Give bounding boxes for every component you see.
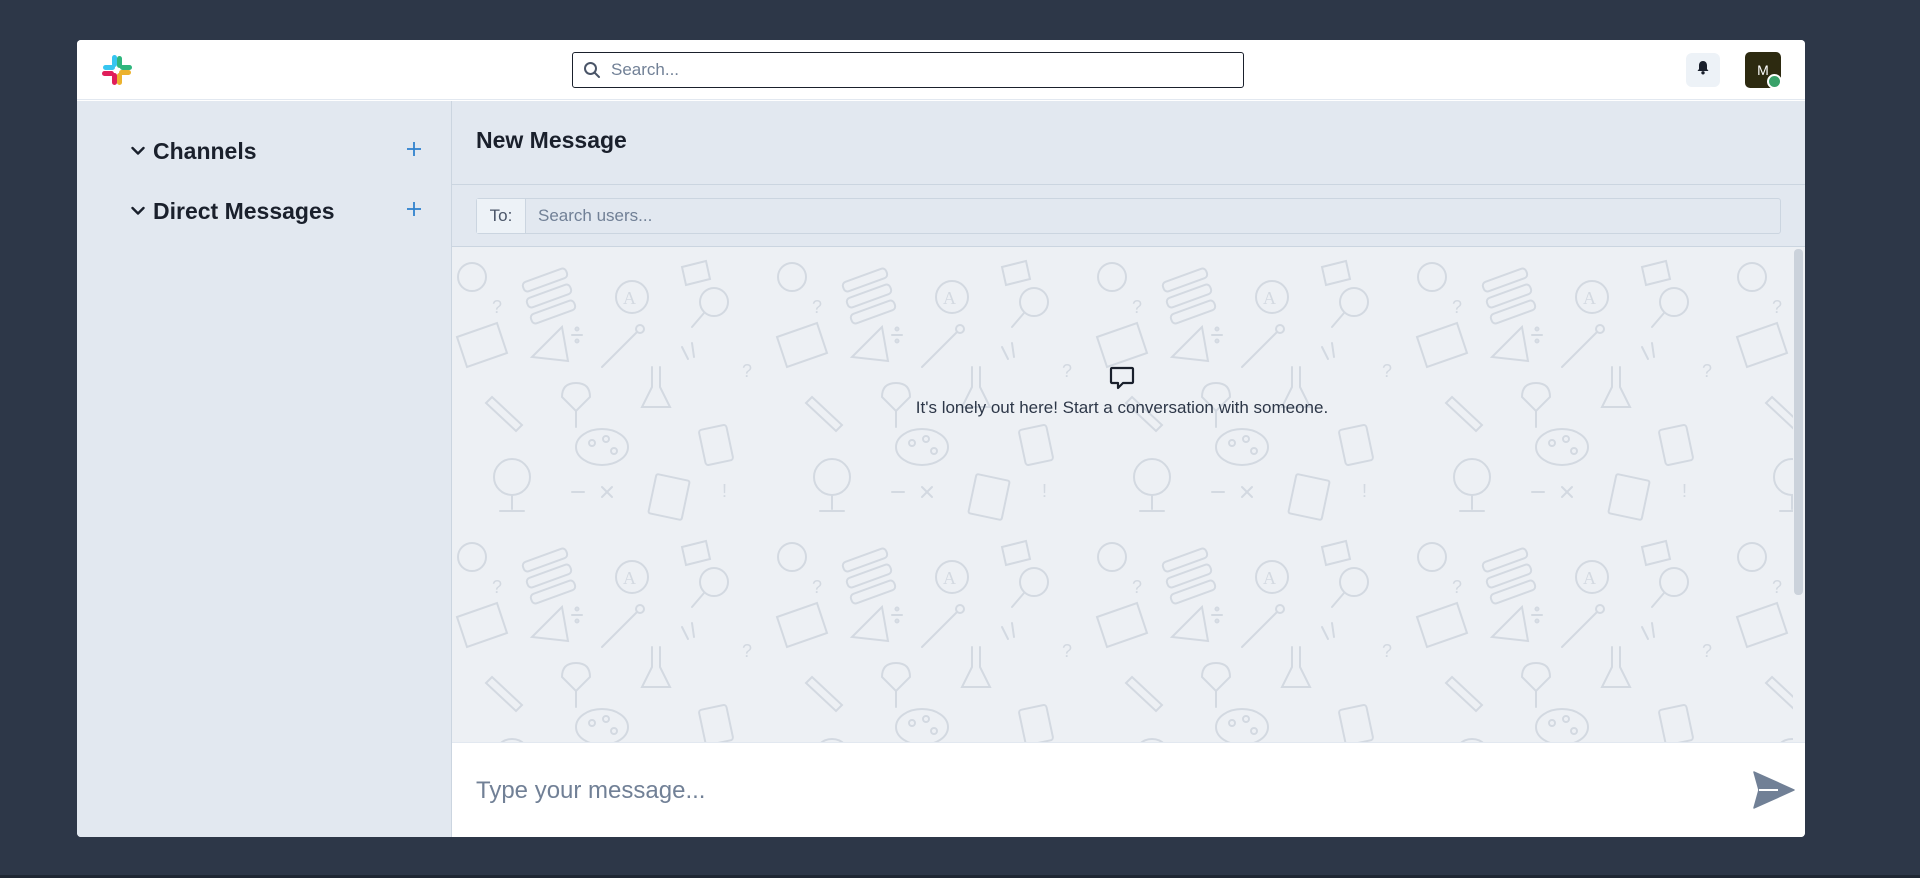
plus-icon — [406, 201, 422, 222]
chevron-down-icon[interactable] — [129, 202, 147, 220]
to-label: To: — [477, 199, 526, 233]
doodle-background-pattern: A — [452, 247, 1805, 742]
avatar-initial: M — [1757, 62, 1769, 78]
search-icon — [583, 60, 603, 80]
scrollbar-thumb[interactable] — [1794, 249, 1803, 595]
plus-icon — [406, 141, 422, 162]
message-area: A — [452, 247, 1805, 742]
send-icon — [1752, 771, 1796, 814]
app-window: M Channels Direct Messages — [77, 40, 1805, 837]
sidebar: Channels Direct Messages — [77, 101, 452, 837]
search-input[interactable] — [603, 53, 1243, 87]
add-channel-button[interactable] — [403, 140, 425, 162]
conversation-header: New Message — [452, 101, 1805, 185]
recipient-row: To: — [452, 185, 1805, 247]
sidebar-section-channels[interactable]: Channels — [129, 133, 425, 169]
main-panel: New Message To: A — [452, 101, 1805, 837]
top-bar: M — [77, 40, 1805, 100]
message-composer — [452, 742, 1805, 837]
search-bar — [572, 52, 1244, 88]
recipient-search-input[interactable] — [526, 199, 1780, 233]
sidebar-section-label[interactable]: Channels — [153, 138, 403, 165]
notifications-button[interactable] — [1686, 53, 1720, 87]
bell-icon — [1696, 60, 1710, 80]
chevron-down-icon[interactable] — [129, 142, 147, 160]
add-direct-message-button[interactable] — [403, 200, 425, 222]
sidebar-section-direct-messages[interactable]: Direct Messages — [129, 193, 425, 229]
sidebar-section-label[interactable]: Direct Messages — [153, 198, 403, 225]
send-button[interactable] — [1752, 770, 1796, 810]
empty-state: It's lonely out here! Start a conversati… — [452, 365, 1792, 418]
message-input[interactable] — [476, 769, 1716, 813]
online-status-indicator — [1767, 74, 1782, 89]
empty-state-message: It's lonely out here! Start a conversati… — [915, 398, 1329, 417]
page-title: New Message — [476, 127, 627, 153]
scrollbar[interactable] — [1793, 247, 1805, 742]
slack-logo-icon[interactable] — [100, 53, 134, 87]
recipient-field: To: — [476, 198, 1781, 234]
chat-bubble-icon — [1109, 365, 1135, 391]
